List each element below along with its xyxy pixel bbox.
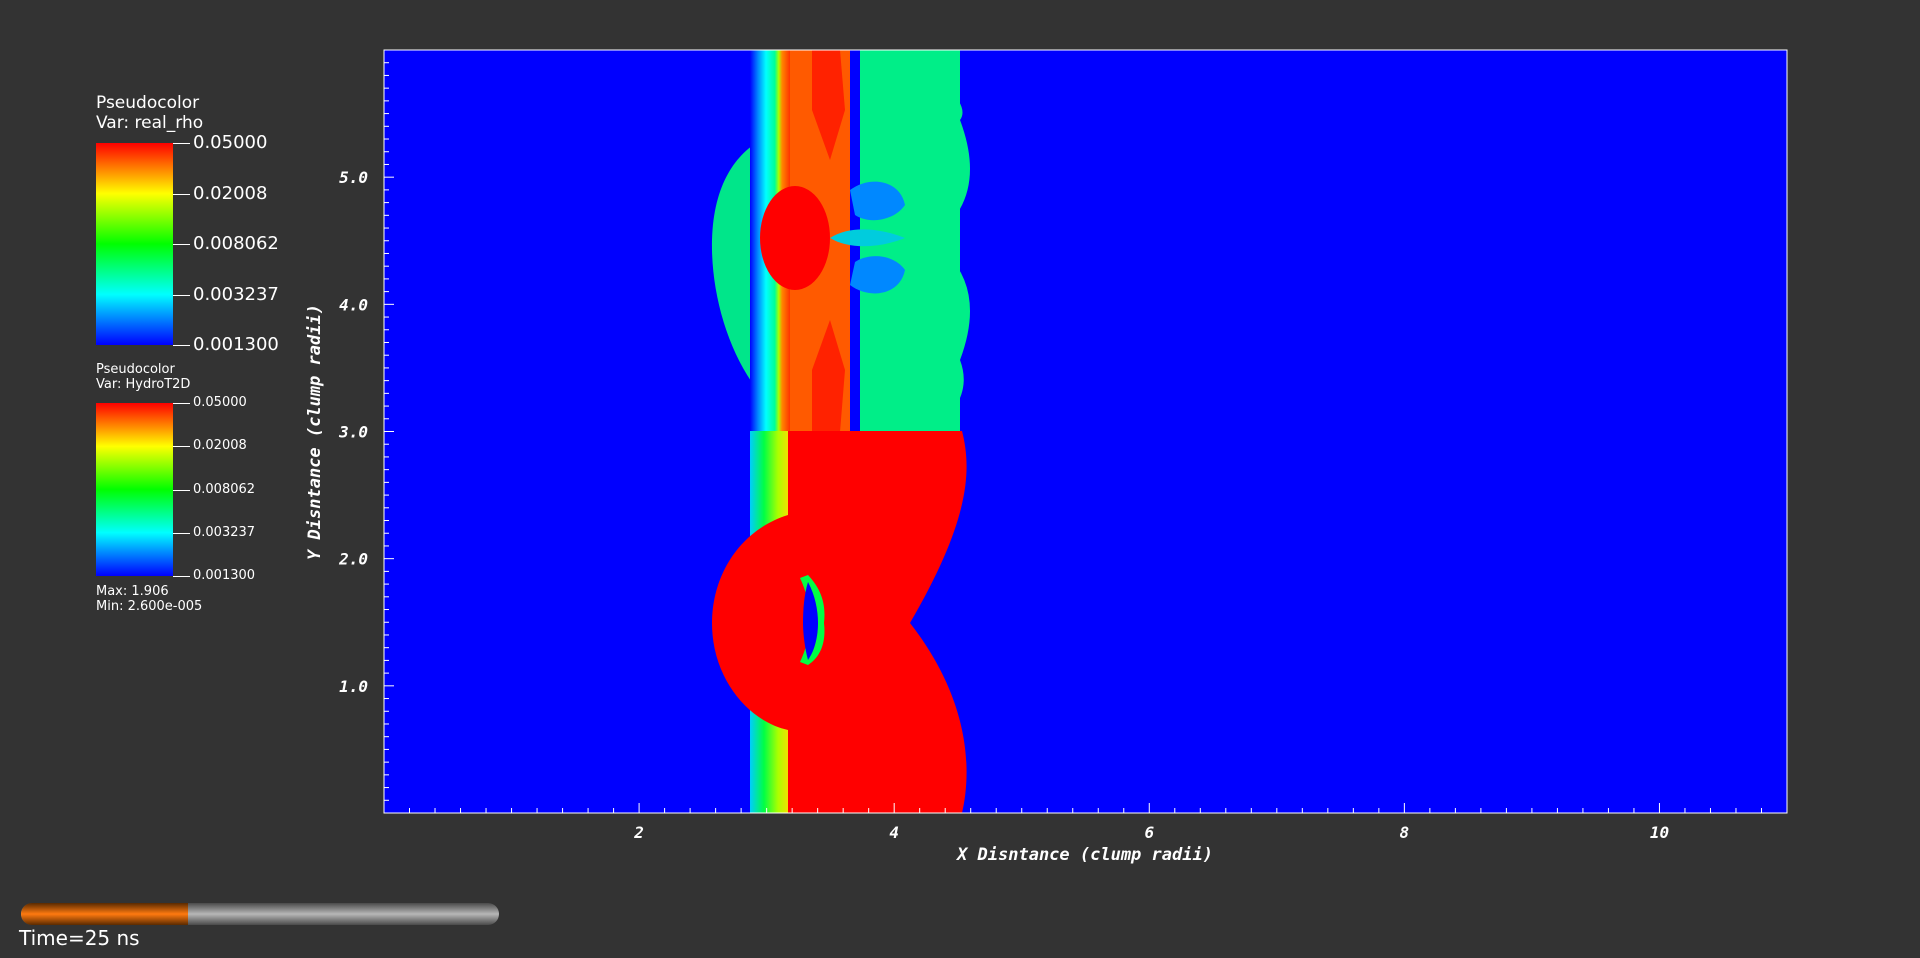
y-tick-label: 2.0 (338, 550, 368, 569)
x-tick-label: 10 (1650, 823, 1669, 842)
y-tick-label: 4.0 (339, 295, 368, 314)
x-tick-label: 4 (889, 823, 899, 842)
time-progress-bar (21, 903, 499, 925)
pseudocolor-plot: 2 4 6 8 10 1.0 2.0 3.0 4.0 5.0 X Disntance (clum… (305, 49, 1788, 865)
upper-panel-real-rho (711, 50, 970, 432)
time-progress-fill (21, 903, 189, 925)
y-axis-title: Y Disntance (clump radii) (305, 304, 325, 560)
time-label: Time=25 ns (19, 926, 140, 950)
x-tick-label: 2 (633, 823, 644, 842)
x-tick-label: 8 (1400, 823, 1410, 842)
y-tick-label: 3.0 (338, 423, 368, 442)
x-axis-title: X Disntance (clump radii) (955, 845, 1213, 865)
plot-area (384, 50, 1787, 813)
y-tick-label: 1.0 (339, 677, 368, 696)
y-tick-label: 5.0 (339, 168, 368, 187)
x-tick-label: 6 (1144, 823, 1154, 842)
